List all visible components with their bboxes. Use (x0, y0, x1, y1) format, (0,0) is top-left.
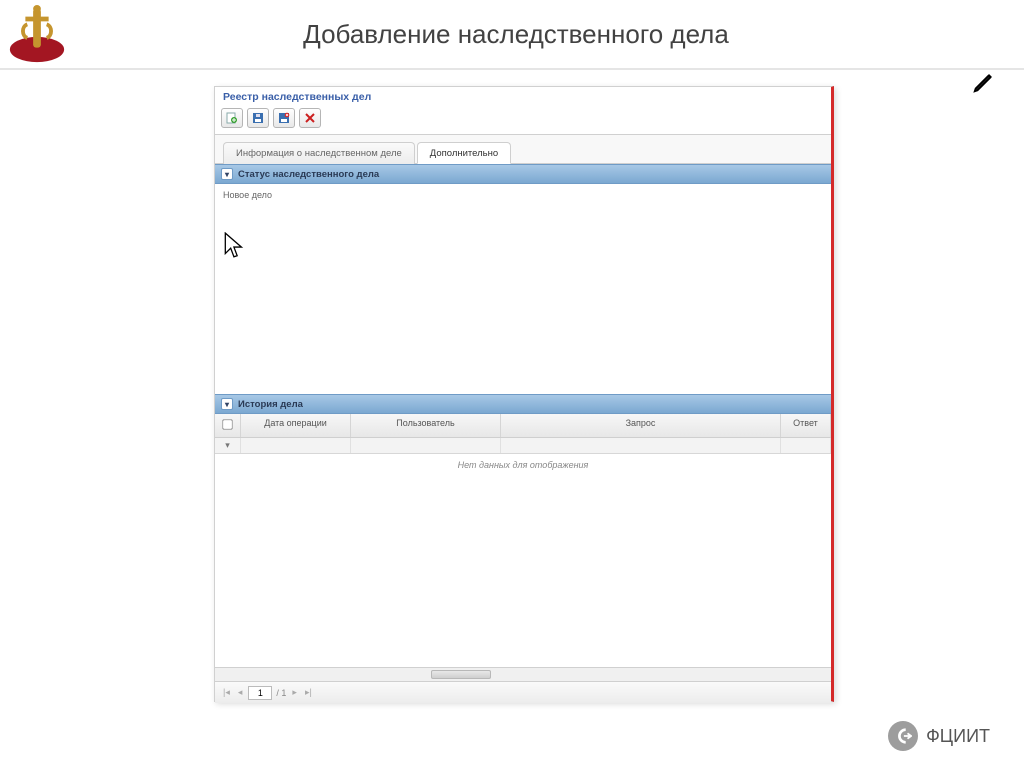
footer-brand: ФЦИИТ (888, 721, 990, 751)
pager-prev-button[interactable]: ◂ (236, 687, 245, 698)
chevron-down-icon[interactable]: ▾ (221, 398, 233, 410)
history-grid-body: Нет данных для отображения (215, 454, 831, 667)
status-section-title: Статус наследственного дела (238, 169, 379, 180)
brand-label: ФЦИИТ (926, 726, 990, 747)
pager: |◂ ◂ / 1 ▸ ▸| (215, 681, 831, 703)
history-filter-row: ▾ (215, 438, 831, 454)
tab-info[interactable]: Информация о наследственном деле (223, 142, 415, 164)
column-date[interactable]: Дата операции (241, 414, 351, 437)
status-section: ▾ Статус наследственного дела Новое дело (215, 164, 831, 394)
column-response[interactable]: Ответ (781, 414, 831, 437)
tab-additional[interactable]: Дополнительно (417, 142, 511, 164)
pager-page-input[interactable] (248, 686, 272, 700)
column-request[interactable]: Запрос (501, 414, 781, 437)
close-button[interactable] (299, 108, 321, 128)
history-grid-header: Дата операции Пользователь Запрос Ответ (215, 414, 831, 438)
pager-last-button[interactable]: ▸| (303, 687, 314, 698)
close-icon (305, 113, 315, 123)
tab-panel-additional: ▾ Статус наследственного дела Новое дело… (215, 163, 831, 703)
chevron-down-icon[interactable]: ▾ (221, 168, 233, 180)
history-section: ▾ История дела Дата операции Пользовател… (215, 394, 831, 703)
history-section-header[interactable]: ▾ История дела (215, 394, 831, 414)
save-button[interactable] (247, 108, 269, 128)
page-plus-icon (226, 112, 238, 124)
horizontal-scrollbar[interactable] (215, 667, 831, 681)
tabstrip: Информация о наследственном деле Дополни… (215, 135, 831, 163)
pager-next-button[interactable]: ▸ (290, 687, 299, 698)
page-header: Добавление наследственного дела (0, 0, 1024, 70)
new-button[interactable] (221, 108, 243, 128)
brand-icon (888, 721, 918, 751)
diskette-icon (252, 112, 264, 124)
pager-total-label: / 1 (276, 688, 286, 698)
status-value: Новое дело (215, 184, 831, 206)
column-user[interactable]: Пользователь (351, 414, 501, 437)
toolbar (215, 105, 831, 135)
select-all-checkbox[interactable] (222, 419, 232, 429)
app-window: Реестр наследственных дел (214, 86, 834, 702)
scrollbar-thumb[interactable] (431, 670, 491, 679)
organization-logo (6, 3, 68, 65)
no-data-message: Нет данных для отображения (215, 454, 831, 476)
app-title: Реестр наследственных дел (215, 87, 831, 105)
filter-icon[interactable]: ▾ (215, 438, 241, 453)
column-checkbox[interactable] (215, 414, 241, 437)
pen-icon (972, 72, 994, 94)
pager-first-button[interactable]: |◂ (221, 687, 232, 698)
save-close-button[interactable] (273, 108, 295, 128)
history-section-title: История дела (238, 399, 303, 410)
diskette-close-icon (278, 112, 290, 124)
page-title: Добавление наследственного дела (78, 19, 1024, 50)
status-section-header[interactable]: ▾ Статус наследственного дела (215, 164, 831, 184)
